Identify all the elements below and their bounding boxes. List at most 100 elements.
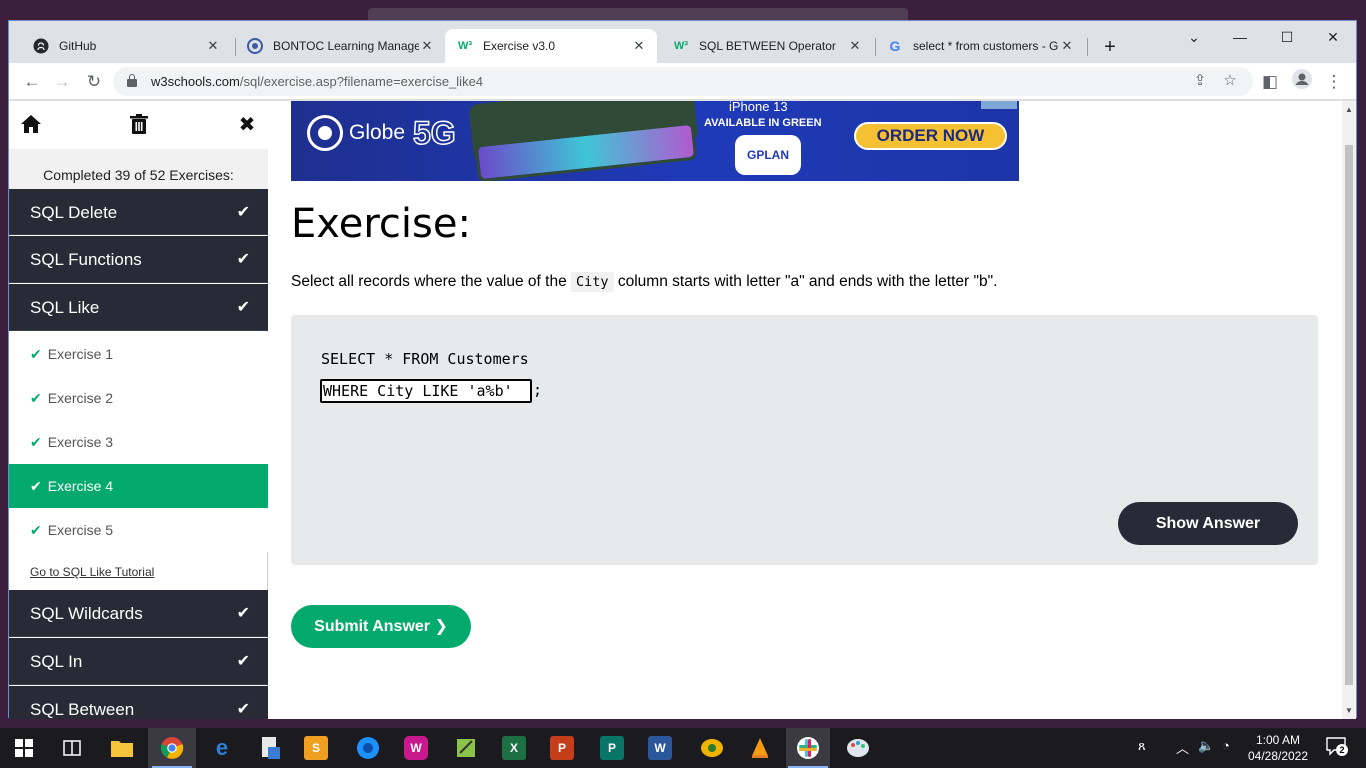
exercise-item-4[interactable]: ✔ Exercise 4 xyxy=(9,464,268,508)
exercise-item-5[interactable]: ✔ Exercise 5 xyxy=(9,508,268,552)
category-sql-like[interactable]: SQL Like ✔ xyxy=(9,284,268,331)
close-tab-icon[interactable]: ✕ xyxy=(205,38,221,54)
category-sql-between[interactable]: SQL Between ✔ xyxy=(9,686,268,719)
w3schools-icon: W³ xyxy=(673,40,689,52)
notification-center-icon[interactable]: 2 xyxy=(1326,736,1348,759)
exercise-item-2[interactable]: ✔ Exercise 2 xyxy=(9,376,268,420)
sublime-text-icon[interactable]: S xyxy=(304,736,328,760)
profile-avatar-icon[interactable] xyxy=(1289,69,1315,95)
close-tab-icon[interactable]: ✕ xyxy=(419,38,435,54)
tab-google-search[interactable]: G select * from customers - Go ✕ xyxy=(875,29,1085,63)
wifi-icon[interactable]: ◔ xyxy=(1222,738,1230,753)
share-icon[interactable]: ⇪ xyxy=(1189,70,1211,92)
scroll-up-arrow-icon[interactable]: ▲ xyxy=(1345,105,1353,114)
url-text: w3schools.com/sql/exercise.asp?filename=… xyxy=(151,74,484,89)
document-icon[interactable] xyxy=(256,734,284,762)
powerpoint-icon[interactable]: P xyxy=(550,736,574,760)
new-tab-button[interactable]: + xyxy=(1097,34,1123,60)
ad-order-button[interactable]: ORDER NOW xyxy=(854,122,1007,150)
vlc-icon[interactable] xyxy=(746,734,774,762)
excel-icon[interactable]: X xyxy=(502,736,526,760)
check-icon: ✔ xyxy=(30,434,42,450)
answer-input[interactable]: WHERE City LIKE 'a%b' xyxy=(320,379,532,403)
menu-kebab-icon[interactable]: ⋮ xyxy=(1321,69,1347,95)
tab-strip: GitHub ✕ BONTOC Learning Managem ✕ W³ Ex… xyxy=(9,21,1356,63)
close-icon[interactable]: ✖ xyxy=(234,111,260,137)
category-sql-wildcards[interactable]: SQL Wildcards ✔ xyxy=(9,590,268,637)
tab-exercise[interactable]: W³ Exercise v3.0 ✕ xyxy=(445,29,657,63)
clock-time: 1:00 AM xyxy=(1255,733,1301,747)
check-icon: ✔ xyxy=(236,653,250,670)
check-icon: ✔ xyxy=(30,522,42,538)
category-sql-functions[interactable]: SQL Functions ✔ xyxy=(9,236,268,283)
slack-icon[interactable] xyxy=(794,734,822,762)
close-tab-icon[interactable]: ✕ xyxy=(847,38,863,54)
home-icon[interactable] xyxy=(18,111,44,137)
security-app-icon[interactable] xyxy=(698,734,726,762)
page-content: ✖ Completed 39 of 52 Exercises: SQL Dele… xyxy=(9,101,1342,719)
github-icon xyxy=(33,38,49,54)
scrollbar-thumb[interactable] xyxy=(1345,145,1353,685)
file-explorer-icon[interactable] xyxy=(108,734,136,762)
moodle-icon xyxy=(247,38,263,54)
notification-count-badge: 2 xyxy=(1336,744,1348,756)
category-sql-in[interactable]: SQL In ✔ xyxy=(9,638,268,685)
tab-sql-between[interactable]: W³ SQL BETWEEN Operator ✕ xyxy=(661,29,873,63)
wamp-icon[interactable]: W xyxy=(404,736,428,760)
close-tab-icon[interactable]: ✕ xyxy=(1059,38,1075,54)
maximize-button[interactable]: ☐ xyxy=(1264,23,1310,51)
category-sql-delete[interactable]: SQL Delete ✔ xyxy=(9,189,268,235)
people-icon[interactable]: ጸ xyxy=(1138,738,1146,754)
minimize-button[interactable]: — xyxy=(1217,23,1263,51)
close-tab-icon[interactable]: ✕ xyxy=(631,38,647,54)
notepad-icon[interactable] xyxy=(452,734,480,762)
page-title: Exercise: xyxy=(291,201,471,247)
tab-separator xyxy=(1087,38,1088,56)
publisher-icon[interactable]: P xyxy=(600,736,624,760)
tab-github[interactable]: GitHub ✕ xyxy=(21,29,231,63)
show-hidden-icons-chevron-icon[interactable]: ︿ xyxy=(1176,738,1189,757)
browser-window: GitHub ✕ BONTOC Learning Managem ✕ W³ Ex… xyxy=(8,20,1357,719)
cloud-app-icon[interactable] xyxy=(354,734,382,762)
sidebar-toolbar: ✖ xyxy=(9,101,268,149)
reload-icon[interactable]: ↻ xyxy=(81,69,107,95)
tab-bontoc[interactable]: BONTOC Learning Managem ✕ xyxy=(235,29,445,63)
exercise-item-1[interactable]: ✔ Exercise 1 xyxy=(9,332,268,376)
code-suffix: ; xyxy=(533,381,543,399)
tab-title: select * from customers - Go xyxy=(913,39,1059,53)
check-icon: ✔ xyxy=(236,299,250,316)
forward-arrow-icon[interactable]: → xyxy=(49,69,75,95)
address-bar[interactable]: w3schools.com/sql/exercise.asp?filename=… xyxy=(113,67,1253,96)
page-scrollbar[interactable]: ▲ ▼ xyxy=(1342,101,1356,719)
check-icon: ✔ xyxy=(236,251,250,268)
edge-icon[interactable]: e xyxy=(208,734,236,762)
bookmark-star-icon[interactable]: ☆ xyxy=(1219,70,1241,92)
scroll-down-arrow-icon[interactable]: ▼ xyxy=(1345,706,1353,715)
trash-icon[interactable] xyxy=(126,111,152,137)
system-clock[interactable]: 1:00 AM 04/28/2022 xyxy=(1240,732,1316,764)
tab-search-icon[interactable]: ⌄ xyxy=(1171,23,1217,51)
exercise-item-3[interactable]: ✔ Exercise 3 xyxy=(9,420,268,464)
back-arrow-icon[interactable]: ← xyxy=(19,69,45,95)
tab-title: SQL BETWEEN Operator xyxy=(699,39,836,53)
advertisement-banner[interactable]: Globe 5G iPhone 13 AVAILABLE IN GREEN GP… xyxy=(291,101,1019,181)
tab-title: Exercise v3.0 xyxy=(483,39,556,53)
close-window-button[interactable]: ✕ xyxy=(1310,23,1356,51)
submit-answer-button[interactable]: Submit Answer ❯ xyxy=(291,605,471,648)
task-view-icon[interactable] xyxy=(58,734,86,762)
tutorial-link[interactable]: Go to SQL Like Tutorial xyxy=(30,565,154,579)
adchoices-icon[interactable] xyxy=(981,101,1017,109)
paint-icon[interactable] xyxy=(844,734,872,762)
tab-title: GitHub xyxy=(59,39,97,53)
side-panel-icon[interactable]: ◧ xyxy=(1257,69,1283,95)
browser-toolbar: ← → ↻ w3schools.com/sql/exercise.asp?fil… xyxy=(9,63,1356,100)
ad-tagline: AVAILABLE IN GREEN xyxy=(704,117,822,129)
globe-logo-icon xyxy=(307,115,343,151)
windows-start-icon[interactable] xyxy=(10,734,38,762)
volume-icon[interactable]: 🔈 xyxy=(1198,738,1214,754)
word-icon[interactable]: W xyxy=(648,736,672,760)
ad-plan-logo: GPLAN xyxy=(735,135,801,175)
ad-brand: Globe xyxy=(349,121,406,144)
chrome-icon[interactable] xyxy=(158,734,186,762)
show-answer-button[interactable]: Show Answer xyxy=(1118,502,1298,545)
